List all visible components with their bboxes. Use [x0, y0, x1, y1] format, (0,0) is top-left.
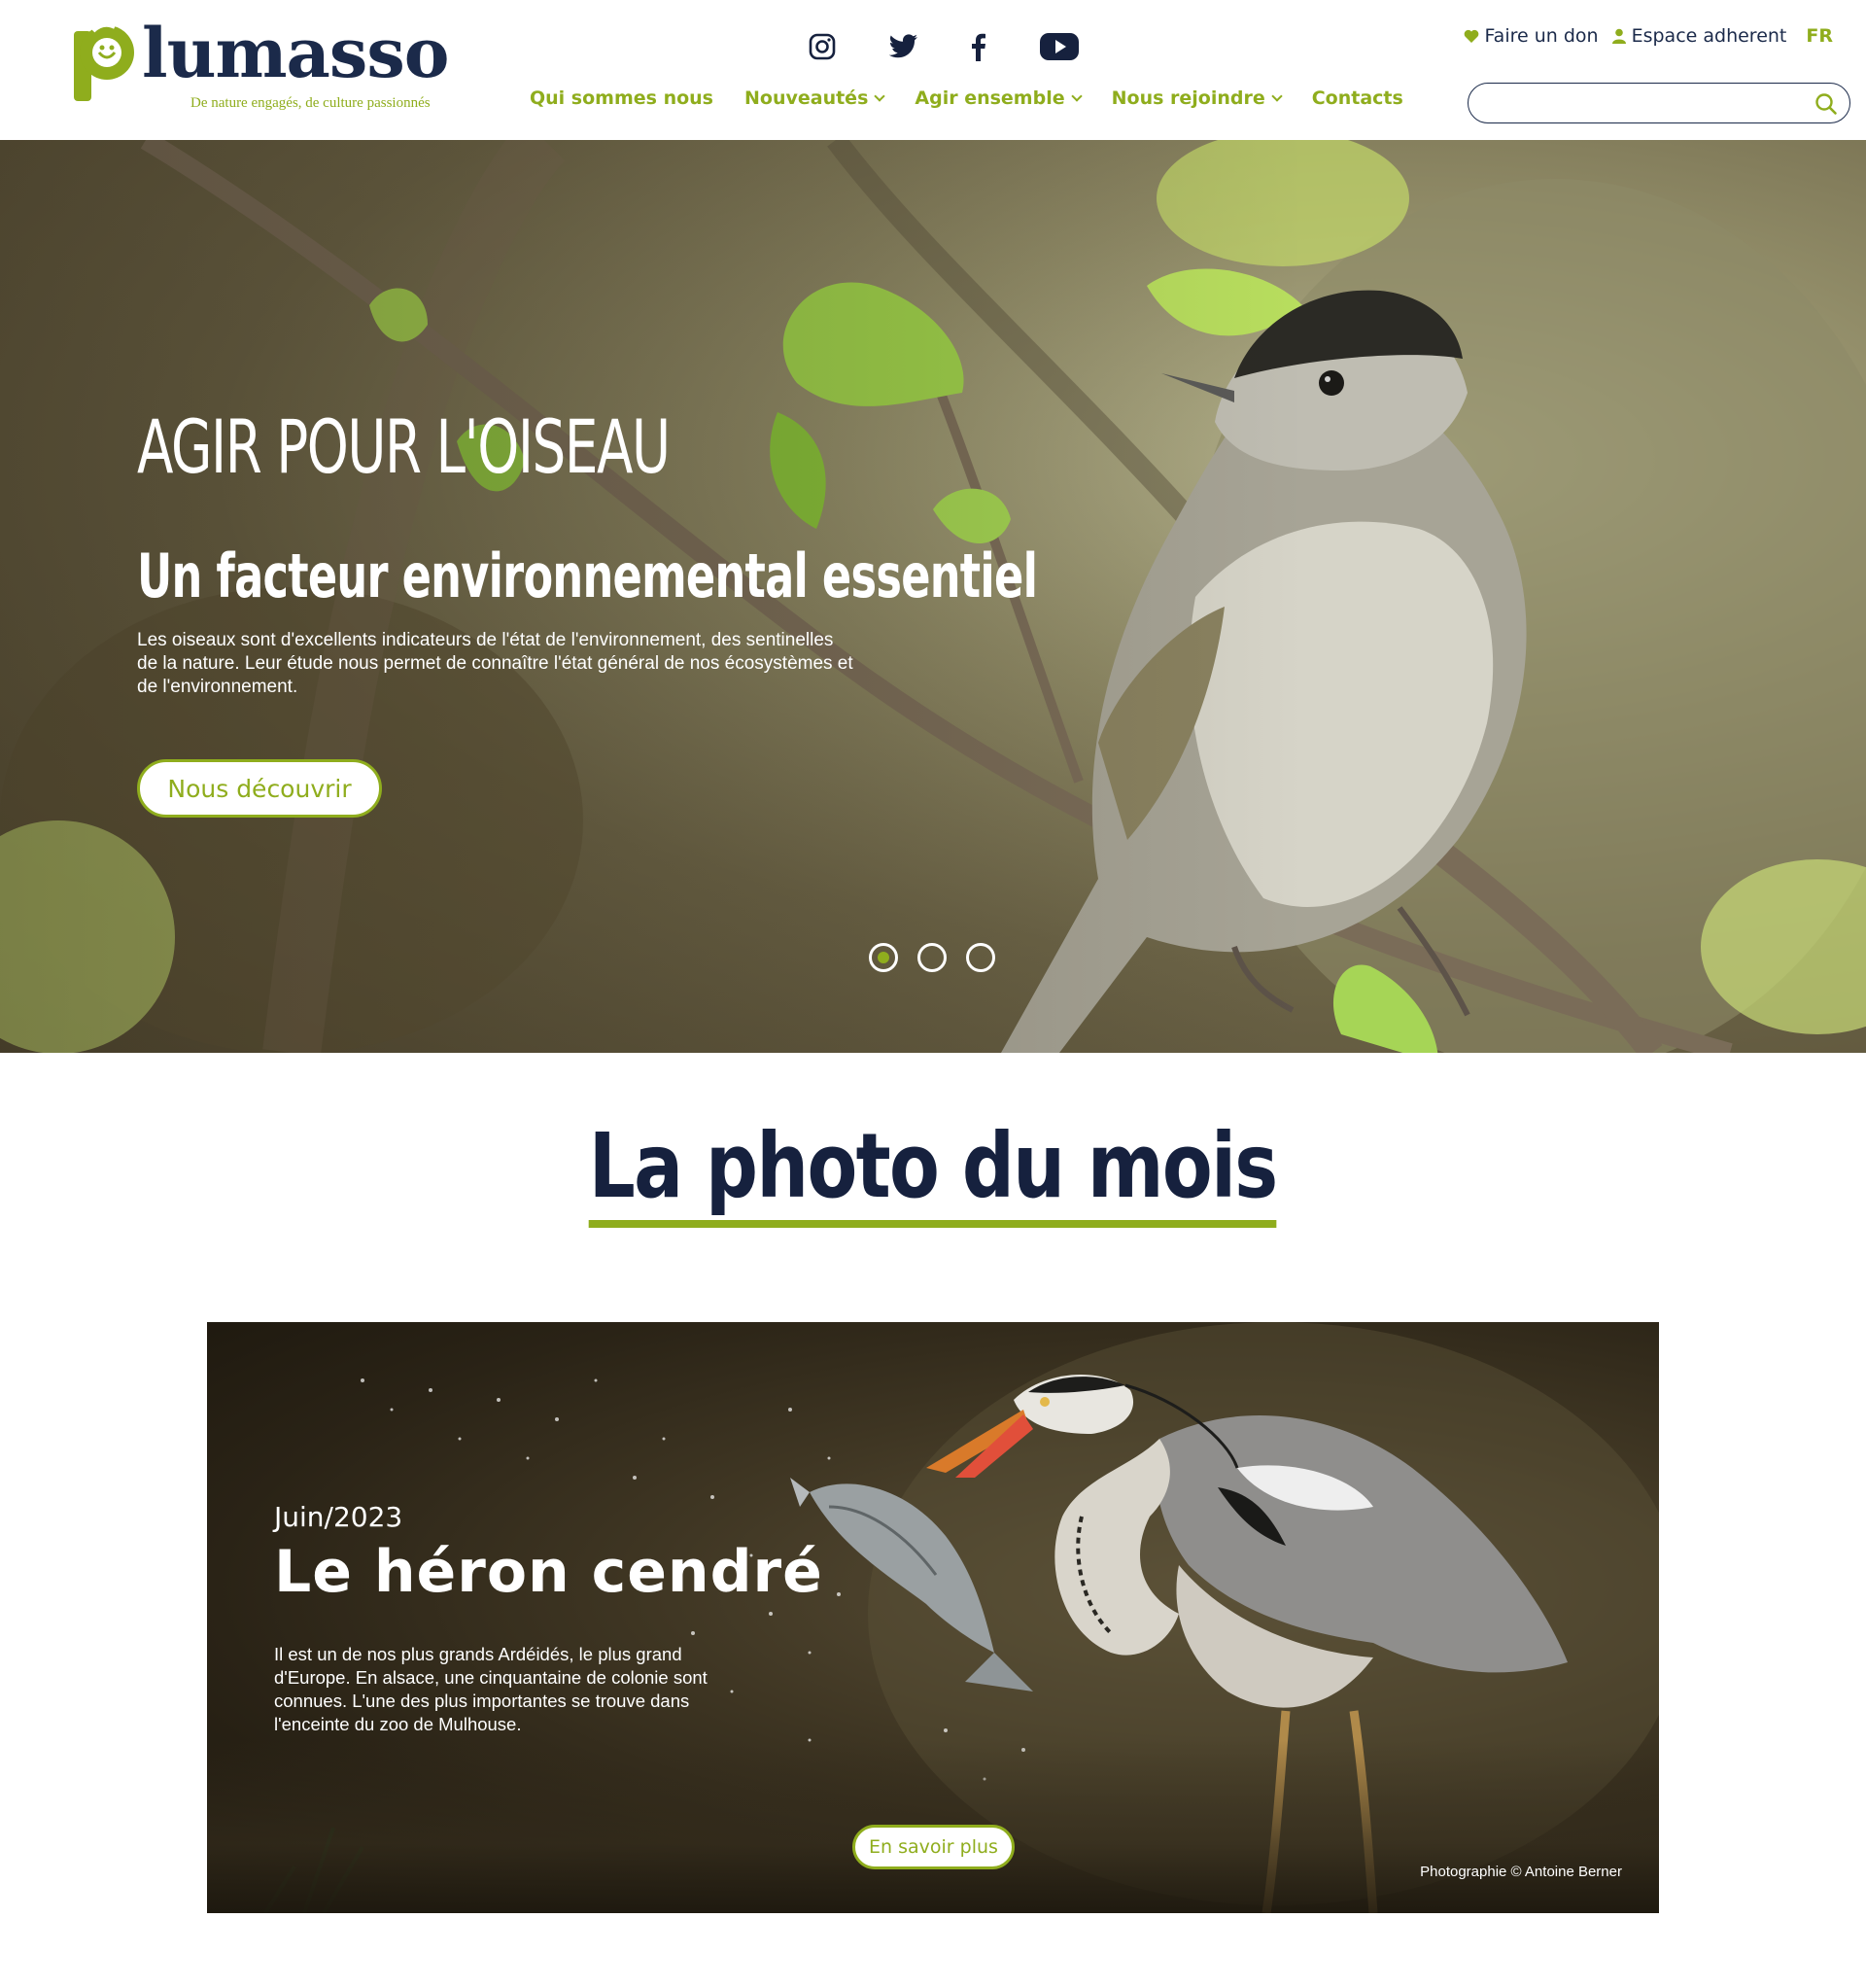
search-icon[interactable] — [1814, 92, 1838, 116]
heart-icon — [1464, 29, 1478, 43]
donate-link[interactable]: Faire un don — [1464, 25, 1599, 47]
search-box — [1468, 83, 1850, 123]
nav-item-agir-ensemble[interactable]: Agir ensemble — [915, 84, 1083, 113]
photo-of-month-card: Juin/2023 Le héron cendré Il est un de n… — [207, 1322, 1659, 1913]
slider-pagination — [869, 943, 1015, 972]
nav-item-label: Nous rejoindre — [1111, 87, 1265, 109]
hero-title: AGIR POUR L'OISEAU — [137, 403, 671, 490]
section-heading-wrapper: La photo du mois — [0, 1118, 1866, 1229]
youtube-icon[interactable] — [1038, 25, 1081, 68]
nav-item-nouveautes[interactable]: Nouveautés — [744, 84, 886, 113]
photo-date: Juin/2023 — [274, 1501, 403, 1533]
hero-description: Les oiseaux sont d'excellents indicateur… — [137, 630, 853, 697]
nav-item-label: Agir ensemble — [915, 87, 1065, 109]
logo-p-mark — [74, 23, 134, 101]
member-area-label: Espace adherent — [1631, 25, 1787, 47]
nav-item-qui-sommes-nous[interactable]: Qui sommes nous — [530, 84, 713, 113]
hero-slider: AGIR POUR L'OISEAU Un facteur environnem… — [0, 140, 1866, 1053]
photo-description: Il est un de nos plus grands Ardéidés, l… — [274, 1644, 708, 1734]
chevron-down-icon — [1070, 90, 1083, 102]
language-switch[interactable]: FR — [1806, 25, 1833, 47]
facebook-icon[interactable] — [956, 25, 999, 68]
logo-tagline: De nature engagés, de culture passionnés — [190, 95, 431, 111]
site-logo[interactable]: lumasso De nature engagés, de culture pa… — [72, 19, 461, 117]
chevron-down-icon — [874, 90, 886, 102]
logo-wordmark: lumasso — [142, 13, 449, 93]
chevron-down-icon — [1271, 90, 1283, 102]
site-header: lumasso De nature engagés, de culture pa… — [0, 0, 1866, 140]
social-links — [801, 25, 1092, 68]
hero-subtitle: Un facteur environnemental essentiel — [137, 541, 1038, 611]
slider-dot-1[interactable] — [869, 943, 898, 972]
utility-links: Faire un don Espace adherent FR — [1450, 25, 1833, 47]
twitter-icon[interactable] — [882, 25, 925, 68]
learn-more-button[interactable]: En savoir plus — [852, 1825, 1015, 1869]
nav-item-nous-rejoindre[interactable]: Nous rejoindre — [1111, 84, 1283, 113]
photo-credit: Photographie © Antoine Berner — [1420, 1864, 1622, 1880]
slider-dot-3[interactable] — [966, 943, 995, 972]
instagram-icon[interactable] — [801, 25, 844, 68]
photo-title: Le héron cendré — [274, 1538, 823, 1606]
donate-label: Faire un don — [1484, 25, 1599, 47]
user-icon — [1611, 28, 1626, 44]
member-area-link[interactable]: Espace adherent — [1611, 25, 1787, 47]
main-nav: Qui sommes nous Nouveautés Agir ensemble… — [530, 84, 1434, 113]
discover-button[interactable]: Nous découvrir — [137, 759, 382, 818]
search-input[interactable] — [1484, 91, 1805, 115]
nav-item-label: Nouveautés — [744, 87, 869, 109]
nav-item-label: Qui sommes nous — [530, 87, 713, 109]
photo-of-month-heading: La photo du mois — [589, 1118, 1279, 1229]
nav-item-contacts[interactable]: Contacts — [1312, 84, 1403, 113]
nav-item-label: Contacts — [1311, 87, 1403, 109]
slider-dot-2[interactable] — [917, 943, 947, 972]
